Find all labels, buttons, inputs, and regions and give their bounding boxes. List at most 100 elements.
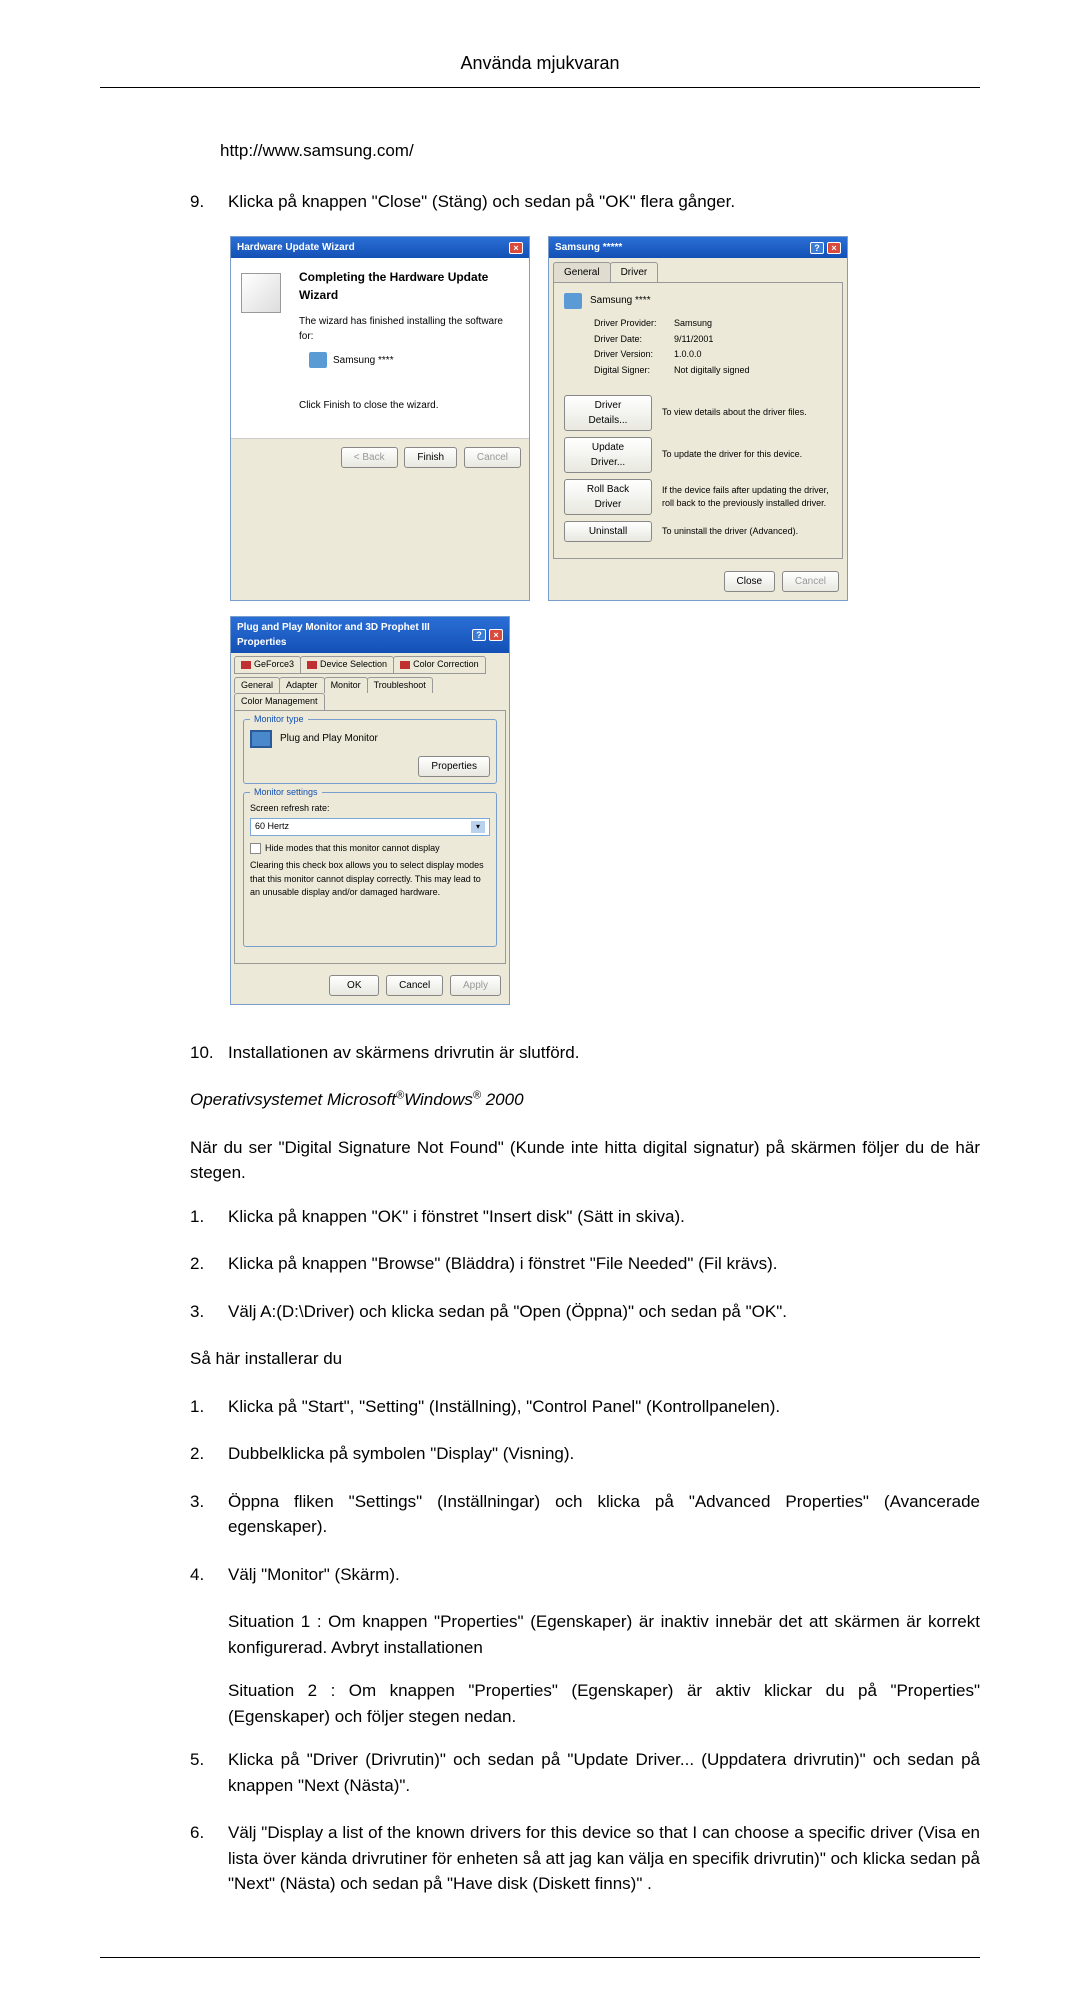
date-value: 9/11/2001 xyxy=(674,333,713,347)
back-button: < Back xyxy=(341,447,398,468)
tab-general[interactable]: General xyxy=(553,262,611,282)
refresh-rate-select[interactable]: 60 Hertz ▾ xyxy=(250,818,490,836)
inst-step-1: 1. Klicka på "Start", "Setting" (Inställ… xyxy=(100,1394,980,1420)
step-text: Dubbelklicka på symbolen "Display" (Visn… xyxy=(228,1441,980,1467)
wizard-hero-icon xyxy=(241,273,281,313)
dsig-step-2: 2. Klicka på knappen "Browse" (Bläddra) … xyxy=(100,1251,980,1277)
monitor-title: Plug and Play Monitor and 3D Prophet III… xyxy=(237,620,472,650)
monitor-device-name: Plug and Play Monitor xyxy=(280,731,378,746)
wizard-heading: Completing the Hardware Update Wizard xyxy=(299,268,519,304)
update-driver-desc: To update the driver for this device. xyxy=(662,448,832,462)
wizard-device-name: Samsung **** xyxy=(333,353,394,368)
uninstall-button[interactable]: Uninstall xyxy=(564,521,652,542)
monitor-type-group: Monitor type xyxy=(250,713,308,727)
page-header: Använda mjukvaran xyxy=(100,50,980,77)
step-number: 4. xyxy=(190,1562,228,1588)
properties-button[interactable]: Properties xyxy=(418,756,490,777)
tab-general[interactable]: General xyxy=(234,677,280,694)
step-text: Installationen av skärmens drivrutin är … xyxy=(228,1040,980,1066)
inst-step-3: 3. Öppna fliken "Settings" (Inställninga… xyxy=(100,1489,980,1540)
tab-troubleshoot[interactable]: Troubleshoot xyxy=(367,677,433,694)
step-number: 3. xyxy=(190,1299,228,1325)
step-text: Klicka på "Start", "Setting" (Inställnin… xyxy=(228,1394,980,1420)
step-text: Öppna fliken "Settings" (Inställningar) … xyxy=(228,1489,980,1540)
step-number: 1. xyxy=(190,1204,228,1230)
close-icon[interactable]: × xyxy=(827,242,841,254)
monitor-titlebar: Plug and Play Monitor and 3D Prophet III… xyxy=(231,617,509,653)
help-icon[interactable]: ? xyxy=(472,629,486,641)
uninstall-desc: To uninstall the driver (Advanced). xyxy=(662,525,832,539)
os-heading: Operativsystemet Microsoft®Windows® 2000 xyxy=(190,1087,980,1113)
chevron-down-icon: ▾ xyxy=(471,821,485,833)
cancel-button: Cancel xyxy=(782,571,839,592)
date-label: Driver Date: xyxy=(594,333,674,347)
tab-driver[interactable]: Driver xyxy=(610,262,659,282)
driver-device-name: Samsung **** xyxy=(590,293,651,308)
step-number: 2. xyxy=(190,1251,228,1277)
cancel-button: Cancel xyxy=(464,447,521,468)
step-text: Välj "Monitor" (Skärm). xyxy=(228,1562,980,1588)
url-text: http://www.samsung.com/ xyxy=(220,138,980,164)
apply-button: Apply xyxy=(450,975,501,996)
step-text: Välj "Display a list of the known driver… xyxy=(228,1820,980,1897)
footer-rule xyxy=(100,1957,980,1958)
step-text: Klicka på knappen "OK" i fönstret "Inser… xyxy=(228,1204,980,1230)
screenshots: Hardware Update Wizard × Completing the … xyxy=(230,236,980,1005)
step-number: 9. xyxy=(190,189,228,215)
inst-step-5: 5. Klicka på "Driver (Drivrutin)" och se… xyxy=(100,1747,980,1798)
provider-value: Samsung xyxy=(674,317,712,331)
step-text: Klicka på knappen "Browse" (Bläddra) i f… xyxy=(228,1251,980,1277)
help-icon[interactable]: ? xyxy=(810,242,824,254)
inst-step-4-situation2: Situation 2 : Om knappen "Properties" (E… xyxy=(228,1678,980,1729)
monitor-settings-group: Monitor settings xyxy=(250,786,322,800)
rollback-driver-desc: If the device fails after updating the d… xyxy=(662,484,832,511)
step-text: Klicka på "Driver (Drivrutin)" och sedan… xyxy=(228,1747,980,1798)
step-number: 6. xyxy=(190,1820,228,1897)
step-number: 1. xyxy=(190,1394,228,1420)
monitor-device-icon xyxy=(309,352,327,368)
inst-step-2: 2. Dubbelklicka på symbolen "Display" (V… xyxy=(100,1441,980,1467)
install-heading: Så här installerar du xyxy=(190,1346,980,1372)
tab-color-correction[interactable]: Color Correction xyxy=(393,656,486,674)
driver-details-button[interactable]: Driver Details... xyxy=(564,395,652,431)
driver-title: Samsung ***** xyxy=(555,240,622,255)
step-number: 3. xyxy=(190,1489,228,1540)
inst-step-4: 4. Välj "Monitor" (Skärm). xyxy=(100,1562,980,1588)
step-number: 5. xyxy=(190,1747,228,1798)
monitor-icon xyxy=(250,730,272,748)
nvidia-icon xyxy=(400,661,410,669)
tab-color-management[interactable]: Color Management xyxy=(234,693,325,710)
hide-modes-checkbox[interactable] xyxy=(250,843,261,854)
wizard-line1: The wizard has finished installing the s… xyxy=(299,314,519,344)
header-rule xyxy=(100,87,980,88)
close-button[interactable]: Close xyxy=(724,571,776,592)
nvidia-icon xyxy=(241,661,251,669)
refresh-rate-value: 60 Hertz xyxy=(255,820,289,834)
digital-signature-intro: När du ser "Digital Signature Not Found"… xyxy=(190,1135,980,1186)
nvidia-icon xyxy=(307,661,317,669)
version-value: 1.0.0.0 xyxy=(674,348,702,362)
wizard-titlebar: Hardware Update Wizard × xyxy=(231,237,529,258)
cancel-button[interactable]: Cancel xyxy=(386,975,443,996)
tab-geforce[interactable]: GeForce3 xyxy=(234,656,301,674)
hide-modes-desc: Clearing this check box allows you to se… xyxy=(250,859,490,900)
monitor-device-icon xyxy=(564,293,582,309)
wizard-dialog: Hardware Update Wizard × Completing the … xyxy=(230,236,530,601)
wizard-title: Hardware Update Wizard xyxy=(237,240,355,255)
close-icon[interactable]: × xyxy=(509,242,523,254)
hide-modes-label: Hide modes that this monitor cannot disp… xyxy=(265,842,440,856)
step-number: 10. xyxy=(190,1040,228,1066)
step-9: 9. Klicka på knappen "Close" (Stäng) och… xyxy=(100,189,980,215)
tab-adapter[interactable]: Adapter xyxy=(279,677,325,694)
rollback-driver-button[interactable]: Roll Back Driver xyxy=(564,479,652,515)
monitor-properties-dialog: Plug and Play Monitor and 3D Prophet III… xyxy=(230,616,510,1005)
ok-button[interactable]: OK xyxy=(329,975,379,996)
provider-label: Driver Provider: xyxy=(594,317,674,331)
tab-device-selection[interactable]: Device Selection xyxy=(300,656,394,674)
finish-button[interactable]: Finish xyxy=(404,447,457,468)
update-driver-button[interactable]: Update Driver... xyxy=(564,437,652,473)
driver-titlebar: Samsung ***** ? × xyxy=(549,237,847,258)
tab-monitor[interactable]: Monitor xyxy=(324,677,368,694)
close-icon[interactable]: × xyxy=(489,629,503,641)
step-text: Klicka på knappen "Close" (Stäng) och se… xyxy=(228,189,980,215)
